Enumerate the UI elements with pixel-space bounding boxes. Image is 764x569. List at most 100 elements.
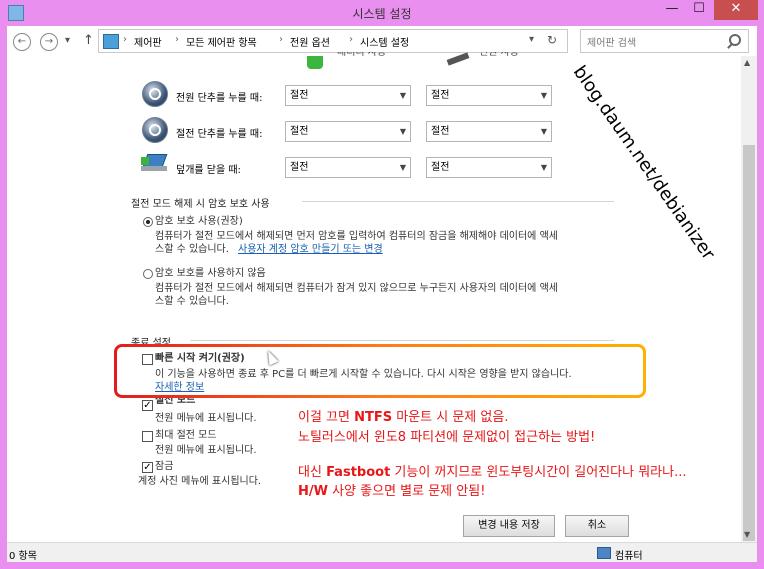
lid-close-battery-select[interactable]: 절전 ▼ xyxy=(285,157,411,178)
search-box[interactable]: 제어판 검색 xyxy=(580,29,749,53)
annotation-text: 대신 xyxy=(298,465,327,480)
hibernate-desc: 전원 메뉴에 표시됩니다. xyxy=(155,445,257,456)
annotation-line-2: 노틸러스에서 윈도8 파티션에 문제없이 접근하는 방법! xyxy=(298,430,596,445)
plugged-column-header: 전원 사용 xyxy=(479,52,519,58)
password-off-desc: 컴퓨터가 절전 모드에서 해제되면 컴퓨터가 잠겨 있지 않으므로 누구든지 사… xyxy=(155,283,558,294)
lock-checkbox[interactable]: ✓ xyxy=(142,462,153,473)
sleep-button-battery-select[interactable]: 절전 ▼ xyxy=(285,121,411,142)
sleep-button-icon xyxy=(142,117,168,143)
sleep-checkbox[interactable]: ✓ xyxy=(142,400,153,411)
chevron-down-icon: ▼ xyxy=(399,127,406,136)
power-button-label: 전원 단추를 누를 때: xyxy=(176,93,263,104)
password-on-desc: 컴퓨터가 절전 모드에서 해제되면 먼저 암호를 입력하여 컴퓨터의 잠금을 해… xyxy=(155,231,558,242)
lid-icon-arrow xyxy=(141,157,149,165)
sleep-button-label: 절전 단추를 누를 때: xyxy=(176,129,263,140)
chevron-down-icon: ▼ xyxy=(399,163,406,172)
power-button-battery-select[interactable]: 절전 ▼ xyxy=(285,85,411,106)
back-button[interactable]: ← xyxy=(13,33,31,51)
password-on-radio[interactable] xyxy=(143,217,153,227)
address-bar[interactable]: › 제어판 › 모든 제어판 항목 › 전원 옵션 › 시스템 설정 ▾ ↻ xyxy=(98,29,568,53)
sleep-button-plugged-select[interactable]: 절전 ▼ xyxy=(426,121,552,142)
breadcrumb-sep: › xyxy=(349,34,353,45)
sleep-label[interactable]: 절전 모드 xyxy=(155,398,195,408)
chevron-down-icon: ▼ xyxy=(540,163,547,172)
breadcrumb-item[interactable]: 시스템 설정 xyxy=(360,34,409,49)
recent-locations-dropdown[interactable]: ▾ xyxy=(65,35,70,46)
maximize-button[interactable]: ☐ xyxy=(686,0,712,20)
sleep-desc: 전원 메뉴에 표시됩니다. xyxy=(155,413,257,424)
annotation-text: 마운트 시 문제 없음. xyxy=(392,410,509,425)
password-on-label[interactable]: 암호 보호 사용(권장) xyxy=(155,215,243,228)
lock-label[interactable]: 잠금 xyxy=(155,460,173,473)
minimize-button[interactable]: — xyxy=(659,0,685,20)
annotation-text: 기능이 꺼지므로 윈도부팅시간이 길어진다나 뭐라나... xyxy=(390,465,687,480)
scrollbar-thumb[interactable] xyxy=(743,145,755,541)
refresh-icon[interactable]: ↻ xyxy=(547,33,557,47)
select-value: 절전 xyxy=(431,90,450,101)
address-dropdown-icon[interactable]: ▾ xyxy=(529,34,534,45)
annotation-line-4: H/W 사양 좋으면 별로 문제 안됨! xyxy=(298,481,485,502)
window-frame-left xyxy=(0,26,7,569)
select-value: 절전 xyxy=(290,90,309,101)
breadcrumb-sep: › xyxy=(279,34,283,45)
password-off-desc-2: 스할 수 있습니다. xyxy=(155,296,229,307)
lock-desc: 계정 사진 메뉴에 표시됩니다. xyxy=(138,476,262,487)
annotation-text: NTFS xyxy=(354,410,393,425)
select-value: 절전 xyxy=(431,126,450,137)
select-value: 절전 xyxy=(290,162,309,173)
close-button[interactable]: ✕ xyxy=(714,0,758,20)
lid-close-icon xyxy=(141,154,168,172)
divider xyxy=(302,201,614,202)
fast-startup-desc: 이 기능을 사용하면 종료 후 PC를 더 빠르게 시작할 수 있습니다. 다시… xyxy=(155,369,572,380)
select-value: 절전 xyxy=(290,126,309,137)
password-off-radio[interactable] xyxy=(143,269,153,279)
lid-icon-base xyxy=(141,166,167,171)
search-icon-handle xyxy=(727,43,733,49)
hibernate-label[interactable]: 최대 절전 모드 xyxy=(155,429,217,442)
more-info-link[interactable]: 자세한 정보 xyxy=(155,381,204,394)
search-input[interactable]: 제어판 검색 xyxy=(587,34,636,49)
breadcrumb-item[interactable]: 제어판 xyxy=(134,34,162,49)
control-panel-icon xyxy=(103,34,119,49)
annotation-line-1: 이걸 끄면 NTFS 마운트 시 문제 없음. xyxy=(298,407,508,428)
annotation-line-3: 대신 Fastboot 기능이 꺼지므로 윈도부팅시간이 길어진다나 뭐라나..… xyxy=(298,462,686,483)
scroll-up-arrow-icon[interactable]: ▲ xyxy=(744,58,750,67)
app-icon xyxy=(8,5,24,21)
scroll-down-arrow-icon[interactable]: ▼ xyxy=(744,530,750,539)
fast-startup-checkbox[interactable] xyxy=(142,354,153,365)
change-password-link[interactable]: 사용자 계정 암호 만들기 또는 변경 xyxy=(238,243,383,256)
item-count: 0 항목 xyxy=(9,551,37,562)
breadcrumb-item[interactable]: 모든 제어판 항목 xyxy=(186,34,257,49)
cancel-button[interactable]: 취소 xyxy=(565,515,629,537)
forward-button[interactable]: → xyxy=(40,33,58,51)
chevron-down-icon: ▼ xyxy=(540,91,547,100)
annotation-text: Fastboot xyxy=(326,465,391,480)
annotation-text: 이걸 끄면 xyxy=(298,410,355,425)
computer-icon xyxy=(597,547,611,559)
chevron-down-icon: ▼ xyxy=(540,127,547,136)
status-bar: 0 항목 컴퓨터 xyxy=(7,542,757,563)
hibernate-checkbox[interactable] xyxy=(142,431,153,442)
lid-close-plugged-select[interactable]: 절전 ▼ xyxy=(426,157,552,178)
window-frame-bottom xyxy=(0,562,764,569)
status-location: 컴퓨터 xyxy=(615,551,643,562)
power-button-plugged-select[interactable]: 절전 ▼ xyxy=(426,85,552,106)
window-title: 시스템 설정 xyxy=(352,7,412,21)
up-button[interactable]: ↑ xyxy=(83,33,94,48)
window-frame-right xyxy=(757,26,764,569)
battery-column-header: 배터리 사용 xyxy=(337,52,387,58)
breadcrumb-sep: › xyxy=(175,34,179,45)
divider xyxy=(190,340,614,341)
breadcrumb-item[interactable]: 전원 옵션 xyxy=(290,34,330,49)
power-button-icon xyxy=(142,81,168,107)
password-section-title: 절전 모드 해제 시 암호 보호 사용 xyxy=(131,199,270,210)
fast-startup-label[interactable]: 빠른 시작 켜기(권장) xyxy=(155,352,245,365)
title-bar: 시스템 설정 — ☐ ✕ xyxy=(0,0,764,26)
annotation-text: 사양 좋으면 별로 문제 안됨! xyxy=(327,484,486,499)
password-on-desc-2: 스할 수 있습니다. xyxy=(155,244,229,255)
lid-close-label: 덮개를 닫을 때: xyxy=(176,165,241,176)
save-changes-button[interactable]: 변경 내용 저장 xyxy=(463,515,555,537)
breadcrumb-sep: › xyxy=(123,34,127,45)
password-off-label[interactable]: 암호 보호를 사용하지 않음 xyxy=(155,267,266,280)
select-value: 절전 xyxy=(431,162,450,173)
